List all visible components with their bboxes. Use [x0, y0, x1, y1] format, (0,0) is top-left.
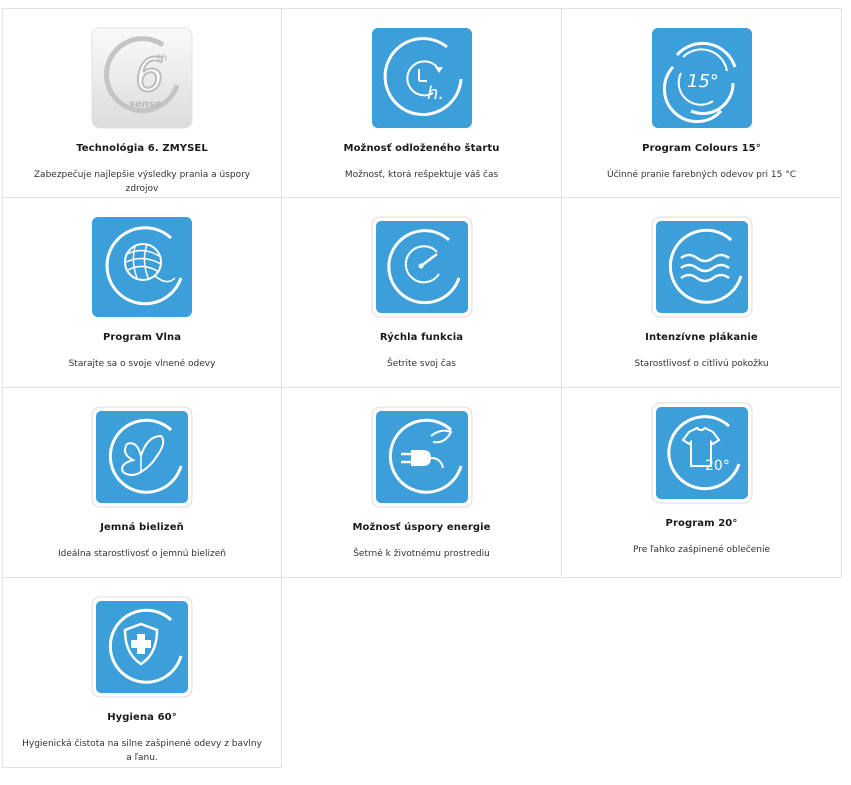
features-grid: 6 th sense Technológia 6. ZMYSEL Zabezpe…: [2, 8, 842, 768]
feature-description: Ideálna starostlivosť o jemnú bielizeň: [57, 549, 227, 559]
feature-card: 15° Program Colours 15° Účinné pranie fa…: [562, 8, 842, 198]
feature-title: Intenzívne plákanie: [645, 332, 758, 343]
feature-description: Starajte sa o svoje vlnené odevy: [68, 359, 216, 369]
wool-yarn-icon: [91, 216, 193, 318]
speedometer-icon: [371, 216, 473, 318]
feature-title: Hygiena 60°: [107, 712, 177, 723]
feature-description: Účinné pranie farebných odevov pri 15 °C: [607, 170, 796, 180]
butterfly-icon: [91, 406, 193, 508]
feature-title: Rýchla funkcia: [379, 332, 464, 343]
tshirt-20-icon: 20°: [651, 402, 753, 504]
feature-title: Program Colours 15°: [642, 143, 761, 154]
feature-title: Technológia 6. ZMYSEL: [76, 143, 208, 154]
feature-description: Zabezpečuje najlepšie výsledky prania a …: [33, 170, 251, 194]
feature-description: Pre ľahko zašpinené oblečenie: [633, 545, 770, 555]
sixth-sense-icon: 6 th sense: [91, 27, 193, 129]
feature-card: Rýchla funkcia Šetrite svoj čas: [282, 198, 562, 388]
feature-card: 6 th sense Technológia 6. ZMYSEL Zabezpe…: [2, 8, 282, 198]
feature-card: Program Vlna Starajte sa o svoje vlnené …: [2, 198, 282, 388]
feature-description: Hygienická čistota na silne zašpinené od…: [22, 739, 262, 763]
feature-description: Starostlivosť o citlivú pokožku: [634, 359, 769, 369]
shield-cross-icon: [91, 596, 193, 698]
feature-description: Šetrné k životnému prostrediu: [353, 549, 490, 559]
water-waves-icon: [651, 216, 753, 318]
feature-title: Jemná bielizeň: [100, 522, 184, 533]
feature-card: Možnosť úspory energie Šetrné k životném…: [282, 388, 562, 578]
feature-card: 20° Program 20° Pre ľahko zašpinené oble…: [562, 388, 842, 578]
feature-card: Hygiena 60° Hygienická čistota na silne …: [2, 578, 282, 768]
feature-description: Možnosť, ktorá rešpektuje váš čas: [344, 170, 499, 180]
eco-plug-icon: [371, 406, 473, 508]
feature-card: h. Možnosť odloženého štartu Možnosť, kt…: [282, 8, 562, 198]
delay-start-clock-icon: h.: [371, 27, 473, 129]
svg-text:h.: h.: [427, 83, 444, 104]
colours-15-icon: 15°: [651, 27, 753, 129]
svg-text:sense: sense: [129, 99, 162, 110]
feature-title: Možnosť úspory energie: [352, 522, 491, 533]
feature-card: Intenzívne plákanie Starostlivosť o citl…: [562, 198, 842, 388]
svg-text:th: th: [157, 53, 167, 64]
feature-title: Program 20°: [665, 518, 738, 529]
feature-title: Program Vlna: [102, 332, 182, 343]
feature-title: Možnosť odloženého štartu: [343, 143, 500, 154]
feature-description: Šetrite svoj čas: [387, 359, 456, 369]
svg-text:15°: 15°: [687, 71, 719, 92]
svg-text:20°: 20°: [705, 458, 730, 474]
feature-card: Jemná bielizeň Ideálna starostlivosť o j…: [2, 388, 282, 578]
